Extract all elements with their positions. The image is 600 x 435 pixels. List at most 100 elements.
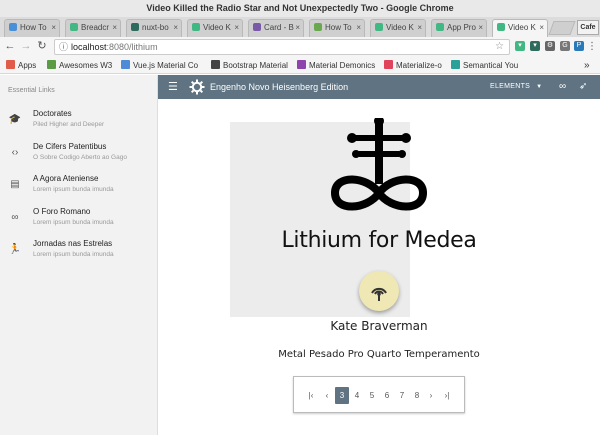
address-path: :8080/lithium	[106, 42, 158, 52]
browser-tab[interactable]: Video K ×	[187, 19, 243, 37]
browser-tab[interactable]: nuxt-bo ×	[126, 19, 182, 37]
sidebar-item[interactable]: ∞ O Foro Romano Lorem ipsum bunda imunda	[0, 205, 158, 233]
page-number-button[interactable]: 8	[410, 387, 424, 404]
tab-close-icon[interactable]: ×	[478, 20, 483, 36]
window-title: Video Killed the Radio Star and Not Unex…	[0, 0, 600, 17]
forward-icon[interactable]: →	[20, 40, 32, 53]
reload-icon[interactable]: ↻	[36, 40, 48, 53]
prev-page-button[interactable]: ‹	[320, 387, 334, 404]
last-page-button[interactable]: ›|	[440, 387, 454, 404]
sidebar-item-subtitle: Piled Higher and Deeper	[33, 121, 105, 128]
podcast-fab-button[interactable]	[359, 271, 399, 311]
profile-button[interactable]: Cafe	[577, 20, 599, 35]
bookmark-label: Awesomes W3	[59, 61, 113, 70]
tab-label: Video K	[386, 23, 414, 32]
bookmark-label: Semantical You	[463, 61, 519, 70]
tab-favicon-icon	[70, 23, 78, 31]
browser-tab[interactable]: Video K ×	[492, 19, 548, 37]
page-number-button[interactable]: 5	[365, 387, 379, 404]
book-subtitle: Metal Pesado Pro Quarto Temperamento	[278, 349, 480, 360]
tab-close-icon[interactable]: ×	[295, 20, 300, 36]
browser-tab[interactable]: Breadcr ×	[65, 19, 121, 37]
sidebar-item[interactable]: ▤ A Agora Ateniense Lorem ipsum bunda imun…	[0, 172, 158, 200]
extension-icon[interactable]: ▾	[530, 41, 540, 51]
page-number-button[interactable]: 6	[380, 387, 394, 404]
bookmark-item[interactable]: Vue.js Material Co	[121, 59, 198, 72]
bookmark-favicon-icon	[121, 60, 130, 69]
caret-down-icon: ▼	[536, 84, 543, 90]
bookmark-label: Vue.js Material Co	[133, 61, 199, 70]
menu-icon[interactable]: ☰	[168, 81, 178, 93]
chat-icon: ▤	[10, 179, 20, 190]
page-number-button[interactable]: 4	[350, 387, 364, 404]
sidebar-item-title: Jornadas nas Estrelas	[33, 239, 113, 248]
vue-devtools-icon[interactable]: ▾	[515, 41, 525, 51]
bookmark-favicon-icon	[384, 60, 393, 69]
tab-close-icon[interactable]: ×	[356, 20, 361, 36]
extension-gear-icon[interactable]: ⚙	[545, 41, 555, 51]
tab-close-icon[interactable]: ×	[51, 20, 56, 36]
school-icon: 🎓	[8, 114, 22, 125]
tab-close-icon[interactable]: ×	[173, 20, 178, 36]
extension-p-icon[interactable]: P	[574, 41, 584, 51]
sulfur-symbol-icon	[330, 118, 428, 211]
tab-favicon-icon	[9, 23, 17, 31]
main-content: Lithium for Medea Kate Braverman Metal P…	[158, 99, 600, 435]
tab-close-icon[interactable]: ×	[234, 20, 239, 36]
browser-tab[interactable]: App Pro ×	[431, 19, 487, 37]
browser-tab[interactable]: How To ×	[4, 19, 60, 37]
sidebar-item-title: A Agora Ateniense	[33, 174, 99, 183]
sidebar-item-title: De Cifers Patentibus	[33, 141, 107, 151]
tab-close-icon[interactable]: ×	[417, 20, 422, 36]
sidebar-item[interactable]: 🎓 Doctorates Piled Higher and Deeper	[0, 107, 158, 135]
run-icon: 🏃	[8, 244, 22, 255]
page-number-button[interactable]: 3	[335, 387, 349, 404]
tab-close-icon[interactable]: ×	[112, 20, 117, 36]
bookmark-favicon-icon	[47, 60, 56, 69]
bookmark-label: Bootstrap Material	[223, 61, 288, 70]
sidebar-item[interactable]: ‹› De Cifers Patentibus O Sobre Codigo Abe…	[0, 140, 158, 168]
sidebar-item-subtitle: Lorem ipsum bunda imunda	[33, 218, 114, 226]
bookmark-item[interactable]: Bootstrap Material	[211, 59, 288, 72]
info-icon[interactable]: ⓘ	[59, 40, 68, 54]
app-toolbar: ☰ Engenho Novo Heisenberg Edition ELEMEN…	[158, 75, 600, 99]
bookmark-item[interactable]: Apps	[6, 59, 36, 72]
page-number-button[interactable]: 7	[395, 387, 409, 404]
tab-favicon-icon	[436, 23, 444, 31]
bookmark-favicon-icon	[6, 60, 15, 69]
gear-logo-icon	[189, 79, 205, 95]
next-page-button[interactable]: ›	[424, 387, 438, 404]
back-icon[interactable]: ←	[4, 40, 16, 53]
sidebar-item[interactable]: 🏃 Jornadas nas Estrelas Lorem ipsum bunda …	[0, 237, 158, 265]
sidebar-item-title: O Foro Romano	[33, 206, 91, 216]
more-icon[interactable]: ⋮	[586, 40, 598, 53]
bookmarks-overflow-button[interactable]: »	[584, 59, 590, 72]
tab-label: nuxt-bo	[142, 23, 169, 32]
tab-favicon-icon	[253, 23, 261, 31]
bookmark-item[interactable]: Semantical You	[451, 59, 518, 72]
new-tab-button[interactable]	[548, 21, 576, 35]
address-bar[interactable]: ⓘ localhost:8080/lithium ☆	[54, 39, 510, 55]
tab-favicon-icon	[497, 23, 505, 31]
tab-label: How To	[325, 23, 352, 32]
sidebar-item-title: Doctorates	[33, 109, 72, 118]
bookmark-item[interactable]: Materialize-o	[384, 59, 442, 72]
extension-g-icon[interactable]: G	[560, 41, 570, 51]
browser-tab[interactable]: Video K ×	[370, 19, 426, 37]
sidebar-heading: Essential Links	[8, 87, 55, 94]
tab-favicon-icon	[131, 23, 139, 31]
first-page-button[interactable]: |‹	[304, 387, 318, 404]
tab-close-icon[interactable]: ×	[539, 20, 544, 36]
rocket-icon[interactable]: ➶	[579, 81, 587, 93]
bookmark-item[interactable]: Awesomes W3	[47, 59, 112, 72]
bookmark-item[interactable]: Material Demonics	[297, 59, 375, 72]
bookmark-star-icon[interactable]: ☆	[495, 40, 504, 54]
infinity-icon[interactable]: ∞	[559, 81, 566, 93]
browser-tab[interactable]: How To ×	[309, 19, 365, 37]
bookmark-label: Apps	[18, 61, 37, 70]
bookmark-favicon-icon	[297, 60, 306, 69]
elements-menu[interactable]: ELEMENTS ▼	[490, 75, 542, 99]
bookmarks-bar: Apps Awesomes W3 Vue.js Material Co Bootstr…	[0, 57, 600, 74]
tab-label: Breadcr	[81, 23, 110, 32]
browser-tab[interactable]: Card - B ×	[248, 19, 304, 37]
